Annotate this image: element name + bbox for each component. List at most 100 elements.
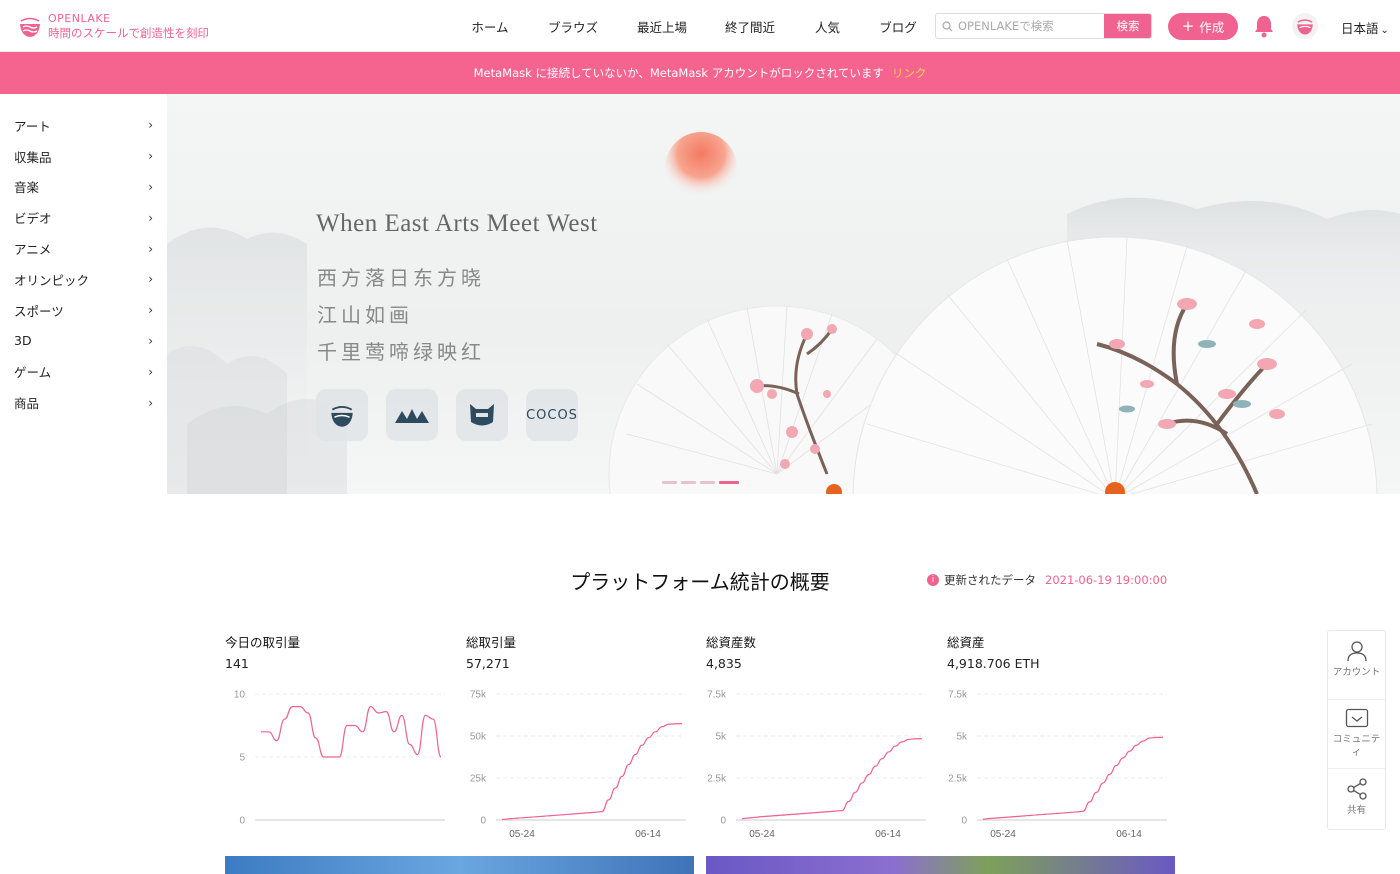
logo[interactable]: OPENLAKE 時間のスケールで創造性を刻印 — [18, 11, 209, 41]
carousel-dot[interactable] — [681, 481, 696, 484]
float-share[interactable]: 共有 — [1328, 769, 1385, 838]
stat-label: 今日の取引量 — [225, 635, 301, 650]
chevron-right-icon: › — [148, 272, 153, 287]
featured-tile[interactable] — [706, 856, 1175, 874]
y-tick-label: 50k — [470, 732, 487, 743]
stat-value: 4,918.706 ETH — [947, 656, 1040, 671]
sidebar-item-sports[interactable]: スポーツ › — [0, 295, 167, 326]
y-tick-label: 2.5k — [707, 774, 727, 785]
y-tick-label: 5k — [715, 732, 727, 743]
sidebar-item-anime[interactable]: アニメ › — [0, 233, 167, 264]
float-share-label: 共有 — [1346, 805, 1366, 816]
main-nav: ホーム ブラウズ 最近上場 終了間近 人気 ブログ — [454, 0, 937, 52]
sidebar-item-video[interactable]: ビデオ › — [0, 202, 167, 233]
chevron-down-icon: ⌄ — [1380, 25, 1389, 36]
cocos-logo: COCOS — [526, 407, 578, 423]
chevron-right-icon: › — [148, 364, 153, 379]
stat-card-total-assets-count: 総資産数 4,835 0 2.5k 5k 7.5k 05-24 06-14 — [706, 630, 936, 850]
sidebar-item-label: アニメ — [14, 242, 52, 258]
y-tick-label: 2.5k — [948, 774, 968, 785]
carousel-dot[interactable] — [700, 481, 715, 484]
sidebar-item-goods[interactable]: 商品 › — [0, 387, 167, 418]
search-button[interactable]: 検索 — [1104, 14, 1151, 38]
series-line — [261, 705, 442, 758]
bell-icon[interactable] — [1253, 14, 1275, 38]
stat-value: 141 — [225, 656, 249, 671]
create-button[interactable]: + 作成 — [1168, 13, 1238, 40]
y-tick-label: 10 — [234, 690, 246, 701]
total-volume-chart: 0 25k 50k 75k 05-24 06-14 — [470, 690, 686, 840]
sidebar-item-art[interactable]: アート › — [0, 110, 167, 141]
partner-helmet[interactable] — [456, 389, 508, 441]
mountain-logo-icon — [395, 409, 429, 423]
nav-recent[interactable]: 最近上場 — [620, 17, 704, 36]
sidebar-item-label: ゲーム — [14, 365, 52, 381]
hero-carousel[interactable]: When East Arts Meet West 西方落日东方晓 江山如画 千里… — [167, 94, 1400, 494]
y-tick-label: 7.5k — [948, 690, 968, 701]
float-community-label: コミュニティ — [1332, 734, 1381, 758]
sidebar-item-music[interactable]: 音楽 › — [0, 172, 167, 203]
category-sidebar: アート › 収集品 › 音楽 › ビデオ › アニメ › オリンピック › スポーツ › 3D… — [0, 94, 167, 494]
nav-popular[interactable]: 人気 — [796, 17, 859, 36]
sidebar-item-games[interactable]: ゲーム › — [0, 356, 167, 387]
avatar[interactable] — [1292, 13, 1318, 39]
language-label: 日本語 — [1341, 21, 1379, 36]
chevron-right-icon: › — [148, 303, 153, 318]
carousel-dot-active[interactable] — [719, 481, 739, 484]
plus-icon: + — [1181, 17, 1195, 35]
notice-link[interactable]: リンク — [892, 65, 927, 81]
y-tick-label: 7.5k — [707, 690, 727, 701]
helmet-logo-icon — [470, 404, 494, 426]
stat-card-total-volume: 総取引量 57,271 0 25k 50k 75k 05-24 06-14 — [466, 630, 696, 850]
partner-cocos[interactable]: COCOS — [526, 389, 578, 441]
series-line — [982, 736, 1163, 820]
partner-mountain[interactable] — [386, 389, 438, 441]
avatar-logo-icon — [1297, 19, 1313, 35]
chevron-right-icon: › — [148, 179, 153, 194]
hero-poem-line-1: 西方落日东方晓 — [317, 266, 485, 290]
search-input[interactable] — [958, 14, 1104, 38]
sidebar-item-label: 音楽 — [14, 180, 40, 196]
float-community[interactable]: コミュニティ — [1328, 700, 1385, 769]
sidebar-item-3d[interactable]: 3D › — [0, 326, 167, 357]
chevron-right-icon: › — [148, 241, 153, 256]
sidebar-item-label: ビデオ — [14, 211, 52, 227]
nav-browse[interactable]: ブラウズ — [526, 17, 620, 36]
openlake-logo-icon — [20, 17, 40, 37]
search-icon — [936, 14, 958, 38]
stats-updated: i 更新されたデータ 2021-06-19 19:00:00 — [927, 572, 1167, 588]
nav-ending[interactable]: 終了間近 — [704, 17, 796, 36]
x-tick-label: 06-14 — [875, 829, 901, 840]
chevron-right-icon: › — [148, 118, 153, 133]
float-account[interactable]: アカウント — [1328, 631, 1385, 700]
updated-time: 2021-06-19 19:00:00 — [1045, 573, 1168, 587]
total-assets-count-chart: 0 2.5k 5k 7.5k 05-24 06-14 — [707, 690, 926, 840]
sidebar-item-olympics[interactable]: オリンピック › — [0, 264, 167, 295]
stat-label: 総資産数 — [706, 635, 757, 650]
carousel-dot[interactable] — [662, 481, 677, 484]
sidebar-item-label: アート — [14, 118, 51, 134]
x-tick-label: 05-24 — [990, 829, 1016, 840]
chevron-right-icon: › — [148, 333, 153, 348]
language-selector[interactable]: 日本語 ⌄ — [1341, 18, 1389, 37]
stat-label: 総資産 — [947, 635, 985, 650]
search-box: 検索 — [935, 13, 1152, 39]
brand-name: OPENLAKE — [48, 12, 111, 25]
hero-poem-line-3: 千里莺啼绿映红 — [317, 340, 485, 364]
sidebar-item-collectibles[interactable]: 収集品 › — [0, 141, 167, 172]
partner-openlake[interactable] — [316, 389, 368, 441]
nav-blog[interactable]: ブログ — [859, 17, 937, 36]
y-tick-label: 5k — [956, 732, 968, 743]
x-tick-label: 06-14 — [635, 829, 661, 840]
y-tick-label: 75k — [470, 690, 487, 701]
hero-poem-line-2: 江山如画 — [317, 303, 413, 327]
y-tick-label: 0 — [720, 816, 726, 827]
y-tick-label: 0 — [239, 816, 245, 827]
stat-value: 57,271 — [466, 656, 510, 671]
featured-tile[interactable] — [225, 856, 694, 874]
community-icon — [1345, 708, 1368, 728]
account-icon — [1346, 641, 1367, 662]
info-icon: i — [927, 574, 939, 586]
nav-home[interactable]: ホーム — [454, 17, 526, 36]
today-volume-chart: 0 5 10 — [234, 690, 445, 827]
